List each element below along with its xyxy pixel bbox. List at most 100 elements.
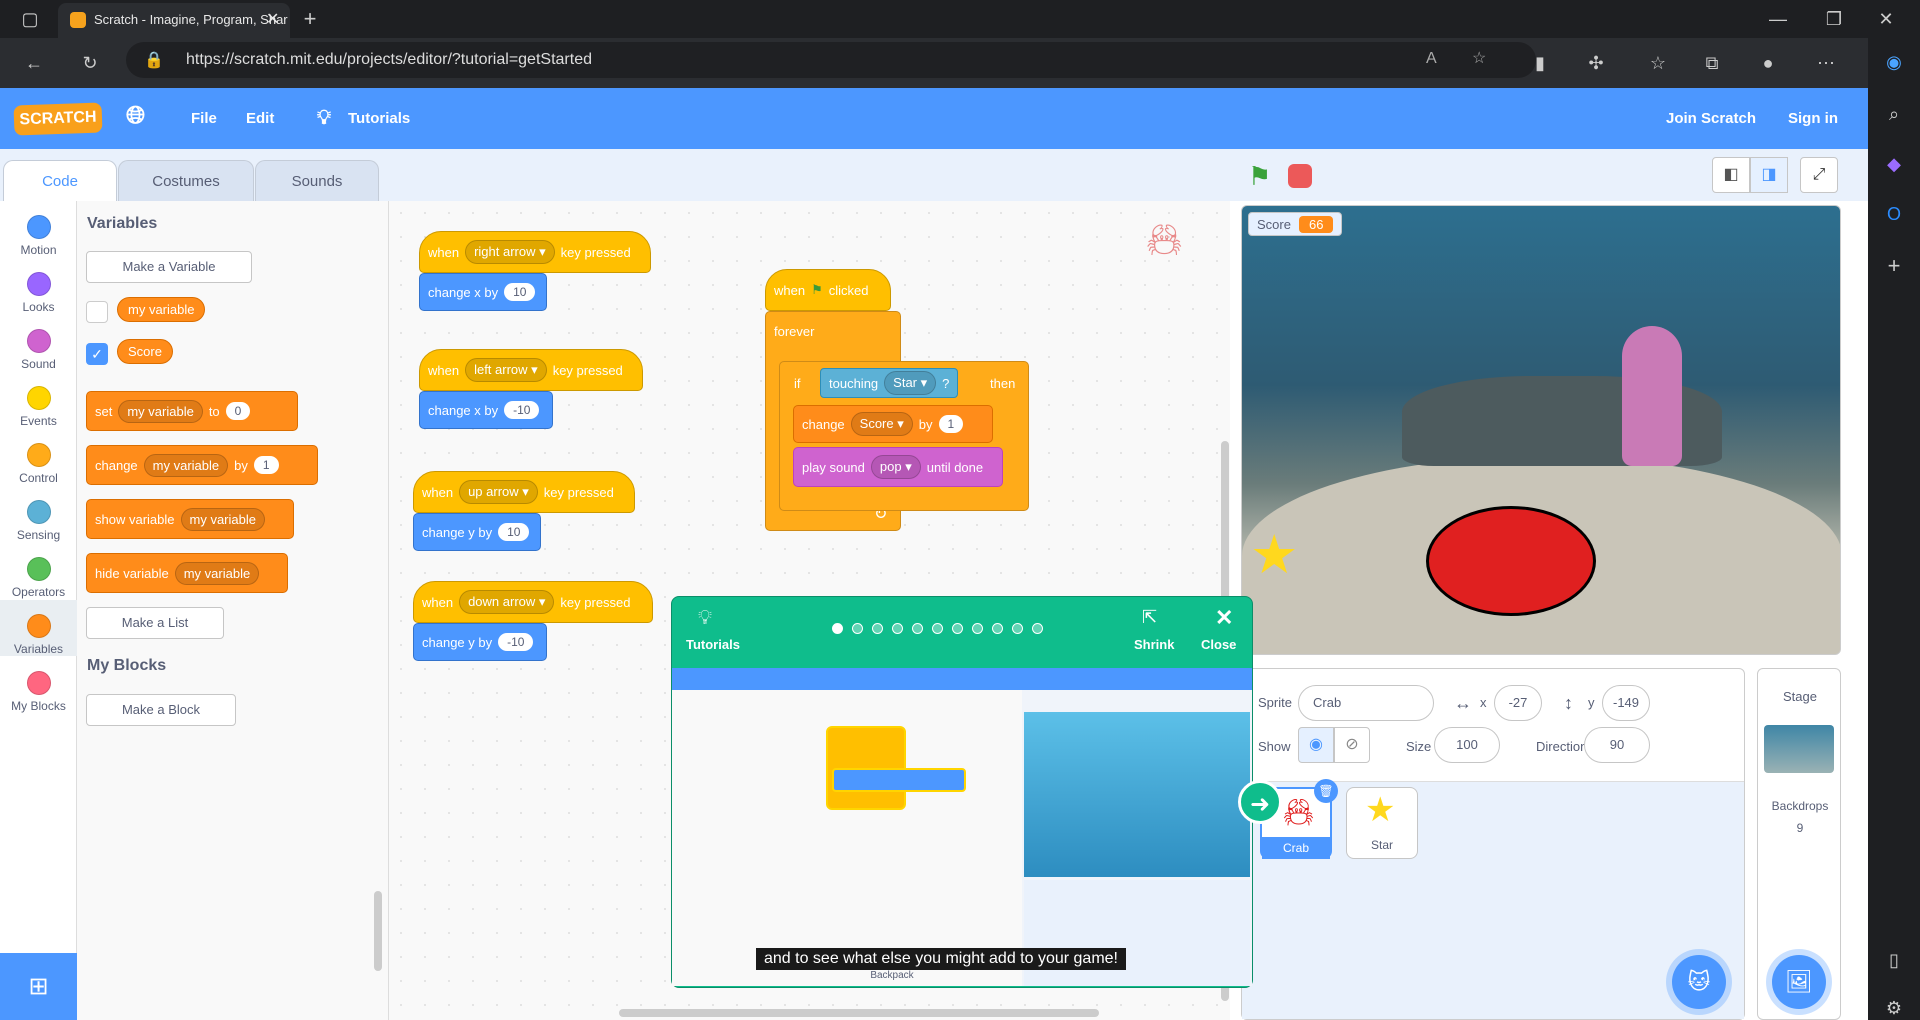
choose-backdrop-button[interactable]: 🖼︎: [1772, 955, 1826, 1009]
play-sound-block[interactable]: play sound pop ▾ until done: [793, 447, 1003, 487]
normal-stage-icon[interactable]: ◨: [1750, 157, 1788, 193]
category-motion[interactable]: Motion: [0, 201, 77, 257]
url-bar[interactable]: 🔒 https://scratch.mit.edu/projects/edito…: [126, 42, 1536, 78]
tab-actions-icon[interactable]: ▢: [12, 1, 48, 37]
tab-sounds[interactable]: Sounds: [255, 160, 379, 202]
outlook-icon[interactable]: O: [1876, 196, 1912, 232]
sidebar-toggle-icon[interactable]: ▯: [1876, 942, 1912, 978]
minimize-icon[interactable]: —: [1760, 1, 1796, 37]
copilot-icon[interactable]: ◉: [1876, 44, 1912, 80]
sidebar-search-icon[interactable]: ⌕: [1876, 96, 1912, 132]
set-variable-block[interactable]: set my variable to 0: [86, 391, 298, 431]
direction-field[interactable]: 90: [1584, 727, 1650, 763]
category-sound[interactable]: Sound: [0, 315, 77, 371]
hide-var-dropdown[interactable]: my variable: [174, 561, 260, 585]
step-dot[interactable]: [932, 623, 943, 634]
next-step-arrow-icon[interactable]: ➜: [1238, 780, 1282, 824]
stop-icon[interactable]: [1288, 164, 1312, 188]
step-dot[interactable]: [872, 623, 883, 634]
change-x-input[interactable]: 10: [504, 283, 536, 301]
stage-canvas[interactable]: Score 66 ★: [1241, 205, 1841, 655]
back-icon[interactable]: ←: [16, 45, 52, 81]
make-list-button[interactable]: Make a List: [86, 607, 224, 639]
change-score-block[interactable]: change Score ▾ by 1: [793, 405, 993, 443]
step-dot[interactable]: [1032, 623, 1043, 634]
restore-icon[interactable]: ❐: [1816, 1, 1852, 37]
step-dot[interactable]: [852, 623, 863, 634]
read-aloud-icon[interactable]: A: [1426, 50, 1437, 68]
sidebar-add-icon[interactable]: +: [1876, 248, 1912, 284]
when-up-key-block[interactable]: when up arrow ▾ key pressed: [413, 471, 635, 513]
sign-in-link[interactable]: Sign in: [1788, 110, 1838, 127]
change-y-block-2[interactable]: change y by -10: [413, 623, 547, 661]
green-flag-icon[interactable]: ⚑: [1248, 161, 1271, 192]
category-operators[interactable]: Operators: [0, 543, 77, 599]
hide-variable-block[interactable]: hide variable my variable: [86, 553, 288, 593]
sidebar-app-icon[interactable]: ◆: [1876, 146, 1912, 182]
category-control[interactable]: Control: [0, 429, 77, 485]
key-dropdown-left[interactable]: left arrow ▾: [465, 358, 547, 382]
make-block-button[interactable]: Make a Block: [86, 694, 236, 726]
star-sprite-icon[interactable]: ★: [1250, 528, 1298, 582]
step-dot[interactable]: [992, 623, 1003, 634]
scratch-logo[interactable]: SCRATCH: [13, 102, 103, 136]
x-field[interactable]: -27: [1494, 685, 1542, 721]
favorites-icon[interactable]: ☆: [1640, 45, 1676, 81]
language-globe-icon[interactable]: 🌐︎: [126, 102, 145, 130]
touching-dropdown[interactable]: Star ▾: [884, 371, 937, 395]
tutorial-title[interactable]: Tutorials: [686, 637, 740, 652]
extensions-icon[interactable]: ✣: [1578, 45, 1614, 81]
join-scratch-link[interactable]: Join Scratch: [1666, 110, 1756, 127]
tab-close-icon[interactable]: ✕: [266, 9, 279, 29]
my-variable-checkbox[interactable]: [86, 301, 108, 323]
palette-scrollbar[interactable]: [374, 891, 382, 971]
new-tab-icon[interactable]: +: [292, 1, 328, 37]
shrink-icon[interactable]: ⇱: [1142, 607, 1157, 628]
change-value-input[interactable]: 1: [253, 456, 279, 474]
profile-icon[interactable]: ●: [1750, 45, 1786, 81]
browser-tab[interactable]: Scratch - Imagine, Program, Shar ✕: [58, 3, 290, 38]
category-looks[interactable]: Looks: [0, 258, 77, 314]
change-x-block-2[interactable]: change x by -10: [419, 391, 553, 429]
set-value-input[interactable]: 0: [225, 402, 251, 420]
step-dot[interactable]: [912, 623, 923, 634]
score-checkbox[interactable]: ✓: [86, 343, 108, 365]
step-dot[interactable]: [972, 623, 983, 634]
y-field[interactable]: -149: [1602, 685, 1650, 721]
show-hidden-icon[interactable]: ⊘: [1334, 727, 1370, 763]
menu-file[interactable]: File: [191, 110, 217, 127]
change-var-dropdown[interactable]: my variable: [143, 453, 229, 477]
show-variable-block[interactable]: show variable my variable: [86, 499, 294, 539]
favorite-add-icon[interactable]: ☆: [1472, 48, 1486, 68]
step-dot[interactable]: [892, 623, 903, 634]
change-score-input[interactable]: 1: [938, 415, 964, 433]
reading-icon[interactable]: ▮: [1522, 45, 1558, 81]
when-right-key-block[interactable]: when right arrow ▾ key pressed: [419, 231, 651, 273]
sound-dropdown[interactable]: pop ▾: [870, 455, 921, 479]
change-y-block[interactable]: change y by 10: [413, 513, 541, 551]
step-dot[interactable]: [832, 623, 843, 634]
menu-edit[interactable]: Edit: [246, 110, 274, 127]
settings-gear-icon[interactable]: ⚙: [1876, 990, 1912, 1020]
collections-icon[interactable]: ⧉: [1694, 45, 1730, 81]
score-dropdown[interactable]: Score ▾: [850, 412, 913, 436]
close-button[interactable]: Close: [1201, 637, 1236, 652]
more-icon[interactable]: ⋯: [1808, 45, 1844, 81]
show-visible-icon[interactable]: ◉: [1298, 727, 1334, 763]
tab-code[interactable]: Code: [3, 160, 117, 202]
add-extension-button[interactable]: ⊞: [0, 953, 77, 1020]
script-scrollbar-h[interactable]: [619, 1009, 1099, 1017]
sprite-name-field[interactable]: Crab: [1298, 685, 1434, 721]
window-close-icon[interactable]: ✕: [1868, 1, 1904, 37]
category-sensing[interactable]: Sensing: [0, 486, 77, 542]
choose-sprite-button[interactable]: 🐱︎: [1672, 955, 1726, 1009]
touching-block[interactable]: touching Star ▾?: [820, 368, 959, 398]
key-dropdown-up[interactable]: up arrow ▾: [459, 480, 538, 504]
my-variable-reporter[interactable]: my variable: [117, 297, 206, 322]
score-reporter[interactable]: Score: [117, 339, 173, 364]
tab-costumes[interactable]: Costumes: [118, 160, 254, 202]
when-left-key-block[interactable]: when left arrow ▾ key pressed: [419, 349, 643, 391]
shrink-button[interactable]: Shrink: [1134, 637, 1174, 652]
make-variable-button[interactable]: Make a Variable: [86, 251, 252, 283]
small-stage-icon[interactable]: ◧: [1712, 157, 1750, 193]
